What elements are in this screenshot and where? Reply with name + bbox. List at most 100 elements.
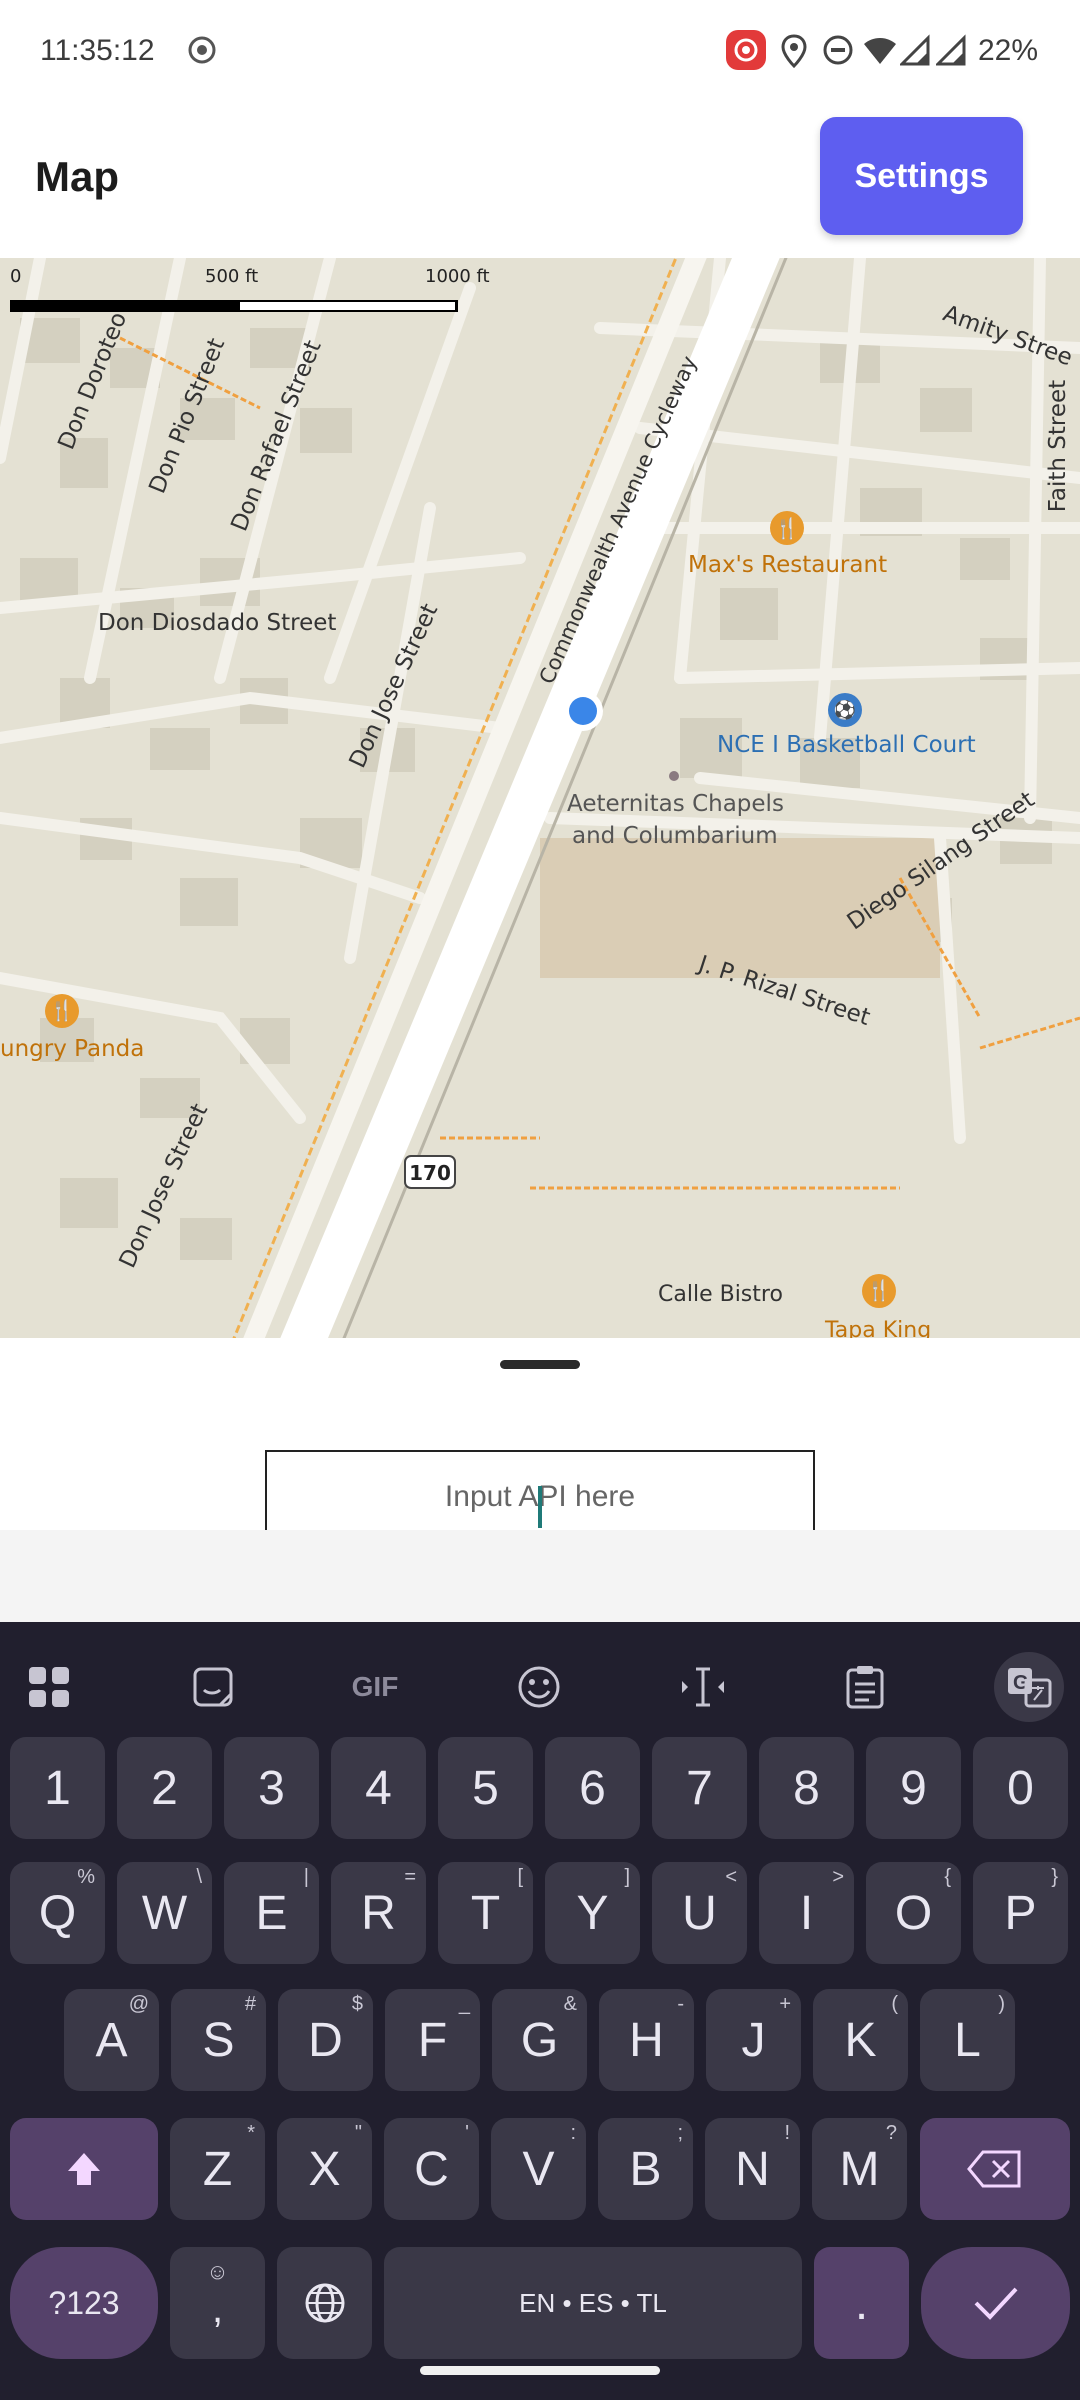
key-o[interactable]: O{ (866, 1862, 961, 1964)
comma-label: , (211, 2287, 224, 2331)
text-cursor (538, 1486, 542, 1528)
key-8[interactable]: 8 (759, 1737, 854, 1839)
key-j[interactable]: J + (706, 1989, 801, 2091)
emoji-icon[interactable] (504, 1652, 574, 1722)
key-o-label: O (894, 1886, 933, 1940)
key-1[interactable]: 1 (10, 1737, 105, 1839)
clipboard-icon[interactable] (830, 1652, 900, 1722)
place-label-maxs-restaurant[interactable]: Max's Restaurant (688, 552, 887, 578)
key-q[interactable]: Q% (10, 1862, 105, 1964)
key-c[interactable]: C ' (384, 2118, 479, 2220)
space-bar[interactable]: EN • ES • TL (384, 2247, 802, 2359)
status-bar: 11:35:12 22% (0, 0, 1080, 105)
key-7-label: 7 (686, 1761, 713, 1815)
key-l-label: L (954, 2013, 981, 2067)
key-4[interactable]: 4 (331, 1737, 426, 1839)
comma-key[interactable]: ☺ , (170, 2247, 265, 2359)
restaurant-icon[interactable]: 🍴 (772, 514, 802, 544)
restaurant-icon-3[interactable]: 🍴 (864, 1276, 894, 1306)
key-o-hint: { (944, 1866, 951, 1888)
key-0[interactable]: 0 (973, 1737, 1068, 1839)
key-x[interactable]: X " (277, 2118, 372, 2220)
key-3[interactable]: 3 (224, 1737, 319, 1839)
apps-icon[interactable] (14, 1652, 84, 1722)
key-6[interactable]: 6 (545, 1737, 640, 1839)
globe-key[interactable] (277, 2247, 372, 2359)
key-a-hint: @ (128, 1993, 149, 2015)
key-4-label: 4 (365, 1761, 392, 1815)
translate-icon[interactable]: G (994, 1652, 1064, 1722)
key-u[interactable]: U < (652, 1862, 747, 1964)
key-m-label: M (839, 2142, 880, 2196)
key-k-label: K (844, 2013, 877, 2067)
key-c-hint: ' (465, 2122, 469, 2144)
key-a-label: A (95, 2013, 128, 2067)
current-location-marker (568, 696, 598, 726)
key-q-hint: % (77, 1866, 95, 1888)
key-g-hint: & (563, 1993, 577, 2015)
key-e[interactable]: E | (224, 1862, 319, 1964)
key-d[interactable]: D $ (278, 1989, 373, 2091)
enter-key[interactable] (921, 2247, 1070, 2359)
emoji-hint-icon: ☺ (206, 2259, 229, 2284)
key-g[interactable]: G & (492, 1989, 587, 2091)
scale-label-mid: 500 ft (205, 266, 259, 287)
key-b[interactable]: B; (598, 2118, 693, 2220)
place-label-nce-basketball-court[interactable]: NCE I Basketball Court (717, 732, 976, 758)
key-5[interactable]: 5 (438, 1737, 533, 1839)
place-label-chapels-line2[interactable]: and Columbarium (572, 823, 778, 849)
signal-icon (898, 34, 930, 71)
sticker-icon[interactable] (178, 1652, 248, 1722)
map-view[interactable]: 0 500 ft 1000 ft Don Doroteo Don Pio Str… (0, 258, 1080, 1338)
drag-handle[interactable] (500, 1360, 580, 1369)
key-9-label: 9 (900, 1761, 927, 1815)
restaurant-icon-2[interactable]: 🍴 (47, 996, 77, 1026)
shift-key[interactable] (10, 2118, 158, 2220)
key-l[interactable]: L) (920, 1989, 1015, 2091)
key-f[interactable]: F _ (385, 1989, 480, 2091)
settings-button[interactable]: Settings (820, 117, 1023, 235)
place-label-chapels-line1[interactable]: Aeternitas Chapels (567, 791, 784, 817)
key-v[interactable]: V: (491, 2118, 586, 2220)
key-i[interactable]: I > (759, 1862, 854, 1964)
gif-button[interactable]: GIF (340, 1652, 410, 1722)
route-shield: 170 (409, 1161, 451, 1185)
backspace-key[interactable] (920, 2118, 1070, 2220)
bottom-sheet: Input API here (0, 1338, 1080, 1530)
key-p[interactable]: P} (973, 1862, 1068, 1964)
key-7[interactable]: 7 (652, 1737, 747, 1839)
key-9[interactable]: 9 (866, 1737, 961, 1839)
key-n[interactable]: N! (705, 2118, 800, 2220)
symbols-key[interactable]: ?123 (10, 2247, 158, 2359)
basketball-icon[interactable]: ⚽ (830, 695, 860, 725)
key-1-label: 1 (44, 1761, 71, 1815)
key-2[interactable]: 2 (117, 1737, 212, 1839)
key-m[interactable]: M? (812, 2118, 907, 2220)
key-3-label: 3 (258, 1761, 285, 1815)
status-time: 11:35:12 (40, 34, 155, 67)
key-r[interactable]: R = (331, 1862, 426, 1964)
street-label-don-diosdado: Don Diosdado Street (98, 610, 337, 636)
key-d-label: D (308, 2013, 343, 2067)
key-e-hint: | (303, 1866, 309, 1888)
screen-record-icon (186, 34, 218, 71)
period-key[interactable]: . (814, 2247, 909, 2359)
key-k[interactable]: K( (813, 1989, 908, 2091)
key-t[interactable]: T[ (438, 1862, 533, 1964)
gesture-nav-bar[interactable] (420, 2366, 660, 2375)
key-n-hint: ! (784, 2122, 790, 2144)
key-w[interactable]: W \ (117, 1862, 212, 1964)
key-a[interactable]: A @ (64, 1989, 159, 2091)
key-n-label: N (735, 2142, 770, 2196)
key-b-label: B (629, 2142, 662, 2196)
place-label-hungry-panda[interactable]: ungry Panda (0, 1036, 144, 1062)
page-title: Map (35, 153, 119, 200)
key-p-label: P (1004, 1886, 1037, 1940)
key-s[interactable]: S # (171, 1989, 266, 2091)
key-z[interactable]: Z * (170, 2118, 265, 2220)
cursor-move-icon[interactable] (668, 1652, 738, 1722)
key-f-label: F (417, 2013, 448, 2067)
key-y[interactable]: Y] (545, 1862, 640, 1964)
place-label-tapa-king[interactable]: Tapa King (825, 1318, 931, 1338)
key-h[interactable]: H- (599, 1989, 694, 2091)
